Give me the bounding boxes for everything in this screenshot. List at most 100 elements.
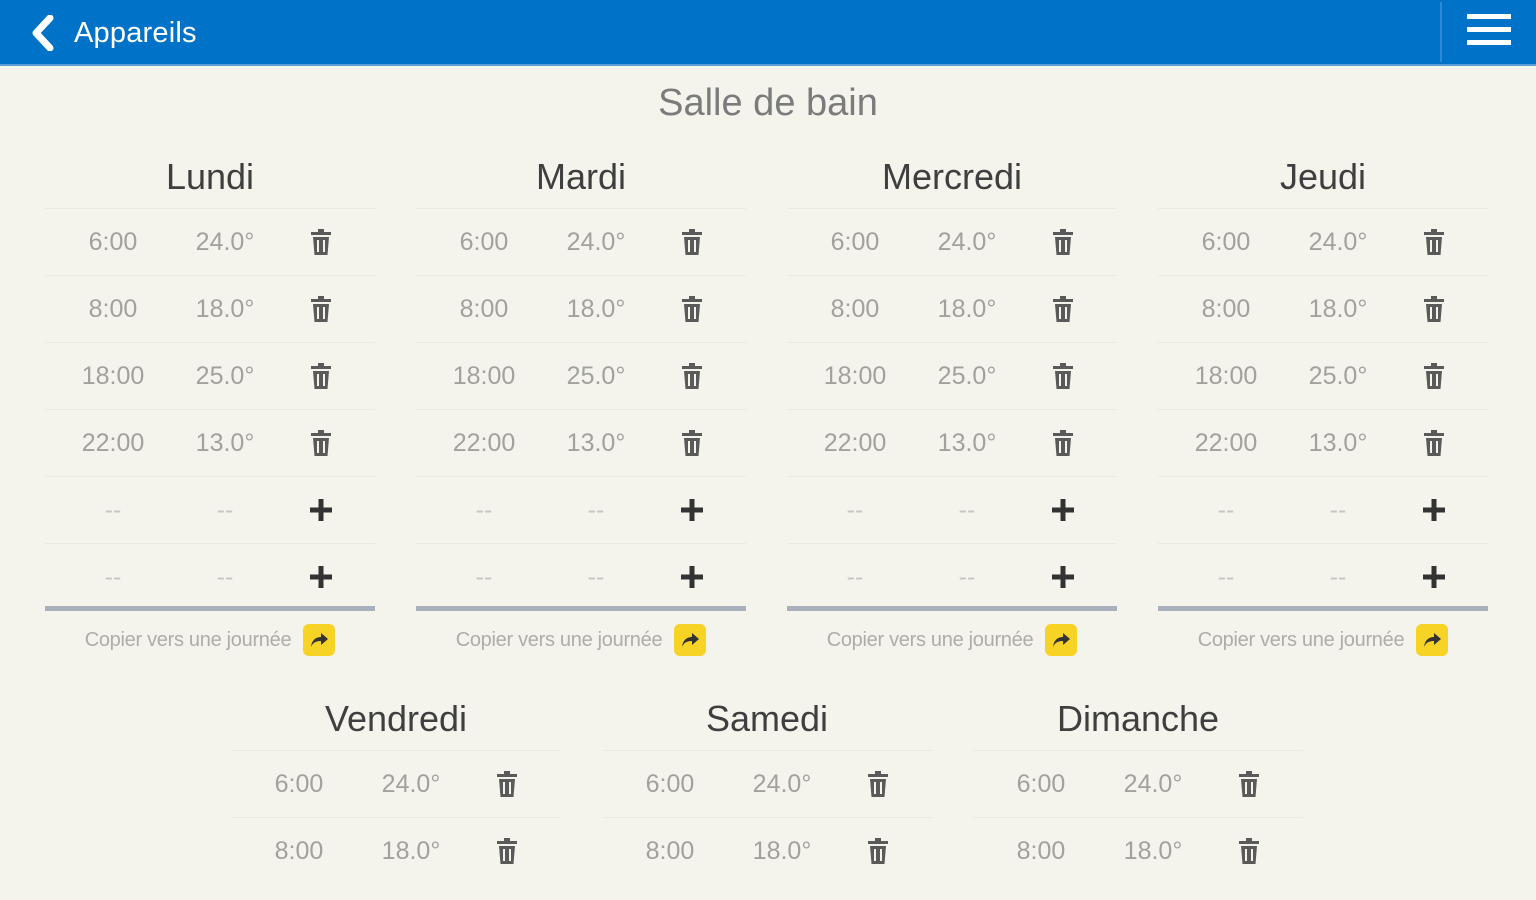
- trash-icon[interactable]: [674, 424, 710, 462]
- schedule-time[interactable]: 8:00: [1186, 276, 1266, 342]
- schedule-time[interactable]: --: [73, 544, 153, 610]
- schedule-time[interactable]: --: [1186, 477, 1266, 543]
- copy-day-button[interactable]: Copier vers une journée: [1158, 611, 1488, 669]
- schedule-time[interactable]: 6:00: [259, 751, 339, 817]
- schedule-temperature[interactable]: 13.0°: [1298, 410, 1378, 476]
- schedule-temperature[interactable]: 18.0°: [927, 276, 1007, 342]
- schedule-time[interactable]: 8:00: [259, 818, 339, 884]
- trash-icon[interactable]: [674, 223, 710, 261]
- trash-icon[interactable]: [1231, 832, 1267, 870]
- schedule-temperature[interactable]: 24.0°: [371, 751, 451, 817]
- schedule-temperature[interactable]: 18.0°: [742, 818, 822, 884]
- trash-icon[interactable]: [860, 832, 896, 870]
- schedule-temperature[interactable]: --: [556, 477, 636, 543]
- plus-icon[interactable]: [1416, 558, 1452, 596]
- schedule-time[interactable]: 18:00: [1186, 343, 1266, 409]
- schedule-time[interactable]: --: [815, 477, 895, 543]
- schedule-temperature[interactable]: 18.0°: [1298, 276, 1378, 342]
- trash-icon[interactable]: [1231, 765, 1267, 803]
- schedule-temperature[interactable]: 25.0°: [927, 343, 1007, 409]
- trash-icon[interactable]: [1416, 424, 1452, 462]
- schedule-time[interactable]: --: [73, 477, 153, 543]
- trash-icon[interactable]: [303, 223, 339, 261]
- plus-icon[interactable]: [303, 558, 339, 596]
- plus-icon[interactable]: [1416, 491, 1452, 529]
- schedule-time[interactable]: 22:00: [1186, 410, 1266, 476]
- copy-day-button[interactable]: Copier vers une journée: [787, 611, 1117, 669]
- trash-icon[interactable]: [489, 832, 525, 870]
- trash-icon[interactable]: [303, 357, 339, 395]
- schedule-temperature[interactable]: 13.0°: [185, 410, 265, 476]
- schedule-time[interactable]: 18:00: [73, 343, 153, 409]
- schedule-temperature[interactable]: --: [927, 544, 1007, 610]
- schedule-temperature[interactable]: 24.0°: [1113, 751, 1193, 817]
- trash-icon[interactable]: [303, 290, 339, 328]
- plus-icon[interactable]: [1045, 558, 1081, 596]
- schedule-time[interactable]: 8:00: [630, 818, 710, 884]
- schedule-time[interactable]: 6:00: [1001, 751, 1081, 817]
- schedule-row: 18:00 25.0°: [1158, 342, 1488, 409]
- plus-icon[interactable]: [1045, 491, 1081, 529]
- trash-icon[interactable]: [1045, 357, 1081, 395]
- schedule-temperature[interactable]: 18.0°: [371, 818, 451, 884]
- schedule-temperature[interactable]: 25.0°: [185, 343, 265, 409]
- plus-icon[interactable]: [674, 558, 710, 596]
- trash-icon[interactable]: [1045, 424, 1081, 462]
- schedule-time[interactable]: 18:00: [815, 343, 895, 409]
- day-column: Mercredi 6:00 24.0° 8:00 18.0° 18:00 25.0° 22:0…: [787, 146, 1117, 669]
- schedule-time[interactable]: 6:00: [73, 209, 153, 275]
- schedule-time[interactable]: 6:00: [630, 751, 710, 817]
- schedule-temperature[interactable]: 13.0°: [927, 410, 1007, 476]
- trash-icon[interactable]: [860, 765, 896, 803]
- schedule-temperature[interactable]: 25.0°: [556, 343, 636, 409]
- schedule-temperature[interactable]: 18.0°: [556, 276, 636, 342]
- schedule-time[interactable]: 22:00: [73, 410, 153, 476]
- schedule-temperature[interactable]: 13.0°: [556, 410, 636, 476]
- schedule-temperature[interactable]: 24.0°: [927, 209, 1007, 275]
- schedule-temperature[interactable]: --: [1298, 544, 1378, 610]
- schedule-temperature[interactable]: 18.0°: [1113, 818, 1193, 884]
- schedule-time[interactable]: 22:00: [444, 410, 524, 476]
- trash-icon[interactable]: [674, 290, 710, 328]
- back-button[interactable]: Appareils: [28, 12, 197, 54]
- menu-button[interactable]: [1442, 0, 1536, 64]
- trash-icon[interactable]: [1416, 357, 1452, 395]
- schedule-time[interactable]: --: [1186, 544, 1266, 610]
- schedule-temperature[interactable]: --: [1298, 477, 1378, 543]
- copy-day-button[interactable]: Copier vers une journée: [45, 611, 375, 669]
- trash-icon[interactable]: [1416, 223, 1452, 261]
- schedule-time[interactable]: 8:00: [1001, 818, 1081, 884]
- schedule-time[interactable]: 8:00: [815, 276, 895, 342]
- day-name: Samedi: [705, 698, 829, 739]
- schedule-temperature[interactable]: 25.0°: [1298, 343, 1378, 409]
- trash-icon[interactable]: [1045, 223, 1081, 261]
- schedule-temperature[interactable]: 24.0°: [185, 209, 265, 275]
- schedule-time[interactable]: 6:00: [444, 209, 524, 275]
- schedule-temperature[interactable]: --: [556, 544, 636, 610]
- plus-icon[interactable]: [303, 491, 339, 529]
- plus-icon[interactable]: [674, 491, 710, 529]
- schedule-time[interactable]: 6:00: [1186, 209, 1266, 275]
- schedule-temperature[interactable]: --: [185, 477, 265, 543]
- schedule-time[interactable]: --: [444, 544, 524, 610]
- schedule-time[interactable]: --: [815, 544, 895, 610]
- copy-day-button[interactable]: Copier vers une journée: [416, 611, 746, 669]
- trash-icon[interactable]: [674, 357, 710, 395]
- schedule-time[interactable]: 18:00: [444, 343, 524, 409]
- trash-icon[interactable]: [1045, 290, 1081, 328]
- schedule-time[interactable]: --: [444, 477, 524, 543]
- schedule-temperature[interactable]: 24.0°: [1298, 209, 1378, 275]
- schedule-temperature[interactable]: 18.0°: [185, 276, 265, 342]
- schedule-time[interactable]: 8:00: [444, 276, 524, 342]
- schedule-time[interactable]: 22:00: [815, 410, 895, 476]
- trash-icon[interactable]: [303, 424, 339, 462]
- trash-icon[interactable]: [489, 765, 525, 803]
- schedule-temperature[interactable]: 24.0°: [556, 209, 636, 275]
- schedule-time[interactable]: 8:00: [73, 276, 153, 342]
- schedule-time[interactable]: 6:00: [815, 209, 895, 275]
- trash-icon[interactable]: [1416, 290, 1452, 328]
- hamburger-menu-icon: [1467, 12, 1511, 53]
- schedule-temperature[interactable]: --: [927, 477, 1007, 543]
- schedule-temperature[interactable]: 24.0°: [742, 751, 822, 817]
- schedule-temperature[interactable]: --: [185, 544, 265, 610]
